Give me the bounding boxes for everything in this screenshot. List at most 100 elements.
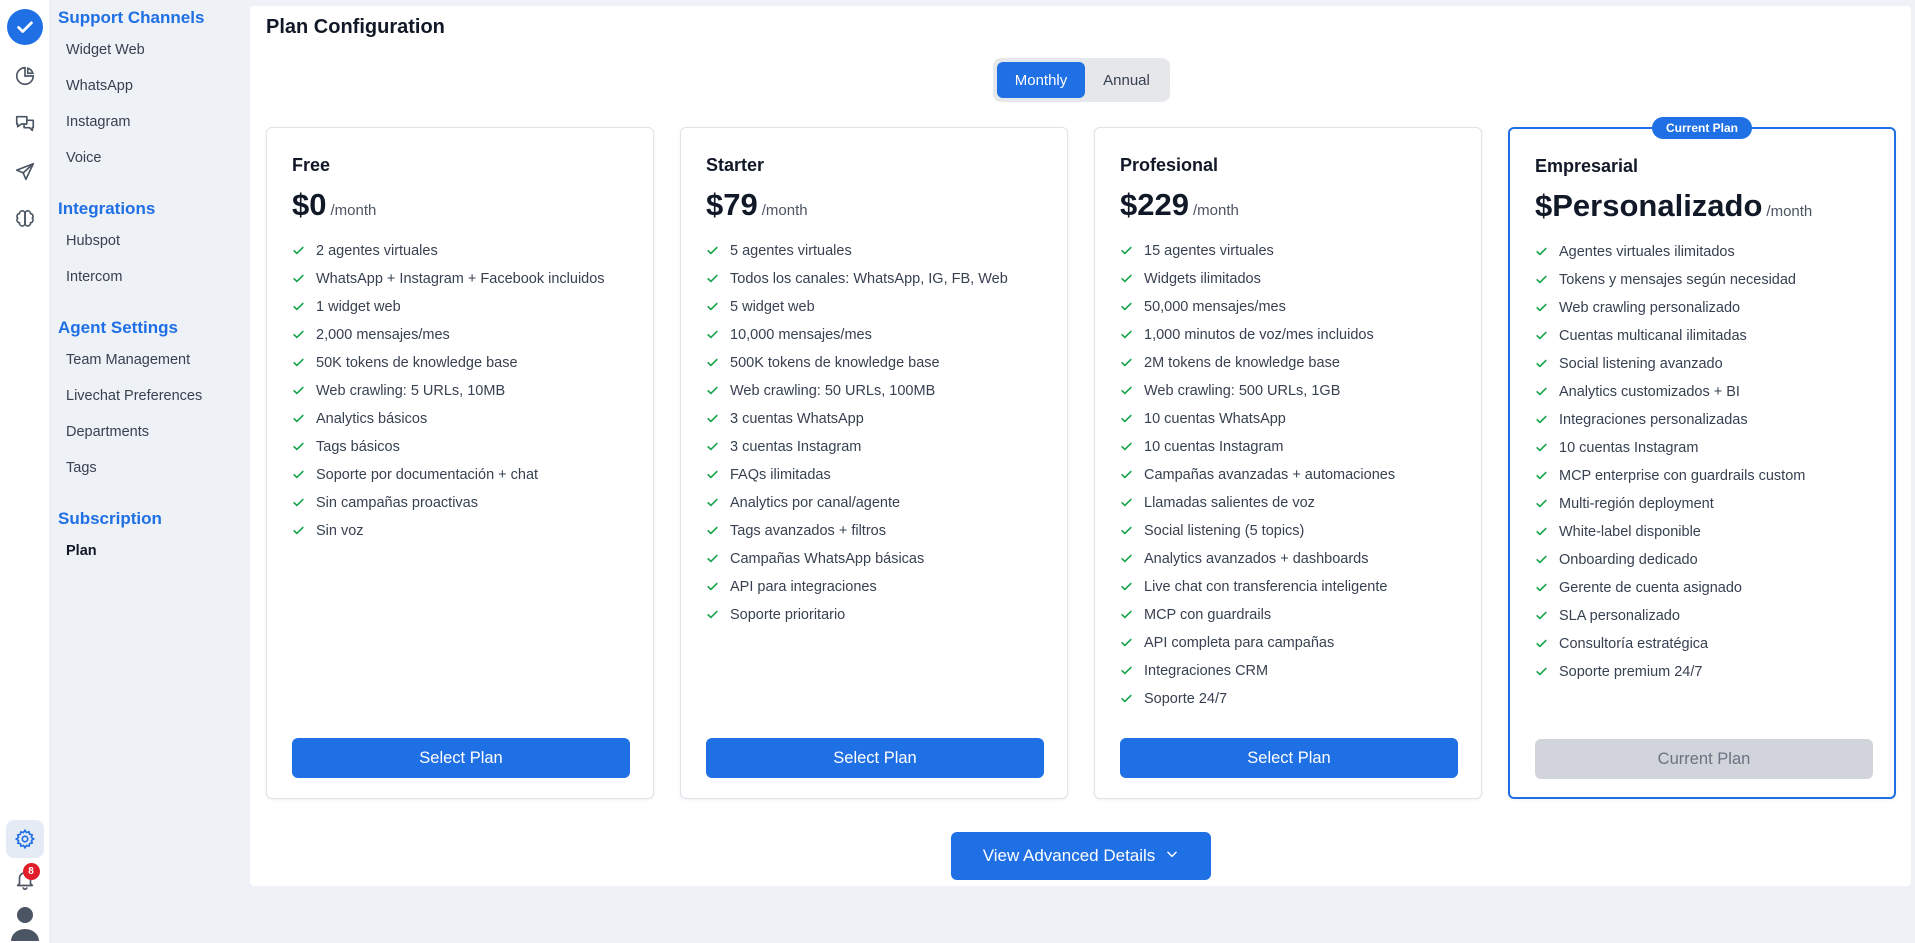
bell-icon[interactable]: 8: [8, 863, 42, 897]
check-icon: [1535, 579, 1559, 600]
plan-feature-item: Agentes virtuales ilimitados: [1535, 243, 1875, 271]
plan-feature-text: 10 cuentas WhatsApp: [1144, 411, 1286, 427]
main-panel: Plan Configuration Monthly Annual Free $…: [250, 6, 1911, 886]
plan-name: Profesional: [1120, 155, 1219, 175]
check-icon: [706, 410, 730, 431]
sidebar-item-intercom[interactable]: Intercom: [49, 266, 249, 302]
check-icon: [706, 354, 730, 375]
check-icon: [1535, 439, 1559, 460]
check-icon: [1120, 354, 1144, 375]
billing-toggle: Monthly Annual: [993, 58, 1170, 102]
plan-feature-text: Web crawling: 50 URLs, 100MB: [730, 383, 936, 399]
plan-feature-text: Analytics customizados + BI: [1559, 384, 1740, 400]
sidebar-item-hubspot[interactable]: Hubspot: [49, 230, 249, 266]
plan-feature-text: 3 cuentas WhatsApp: [730, 411, 864, 427]
user-avatar-icon[interactable]: [8, 901, 42, 941]
send-icon[interactable]: [8, 155, 42, 189]
settings-sidebar: Support Channels Widget Web WhatsApp Ins…: [49, 0, 249, 943]
sidebar-section-title: Integrations: [58, 199, 156, 218]
plan-name: Empresarial: [1535, 156, 1639, 176]
plan-price-period: /month: [1766, 203, 1813, 220]
plan-feature-item: 10 cuentas Instagram: [1120, 438, 1460, 466]
check-icon: [1535, 243, 1559, 264]
toggle-monthly-button[interactable]: Monthly: [997, 62, 1085, 98]
plan-feature-item: 2 agentes virtuales: [292, 242, 632, 270]
plan-name: Free: [292, 155, 331, 175]
plan-feature-text: Todos los canales: WhatsApp, IG, FB, Web: [730, 271, 1008, 287]
toggle-annual-button[interactable]: Annual: [1087, 62, 1166, 98]
plan-feature-text: 5 widget web: [730, 299, 815, 315]
check-icon: [1535, 495, 1559, 516]
plan-feature-item: Web crawling: 500 URLs, 1GB: [1120, 382, 1460, 410]
sidebar-item-whatsapp[interactable]: WhatsApp: [49, 75, 249, 111]
plan-price-period: /month: [761, 202, 808, 219]
plan-feature-item: Web crawling personalizado: [1535, 299, 1875, 327]
plan-feature-item: FAQs ilimitadas: [706, 466, 1046, 494]
plan-feature-text: Sin campañas proactivas: [316, 495, 478, 511]
check-icon: [292, 326, 316, 347]
plan-feature-text: Agentes virtuales ilimitados: [1559, 244, 1735, 260]
brain-icon[interactable]: [8, 203, 42, 237]
plan-feature-item: 50,000 mensajes/mes: [1120, 298, 1460, 326]
plan-feature-item: Consultoría estratégica: [1535, 635, 1875, 663]
pie-chart-icon[interactable]: [8, 59, 42, 93]
check-icon: [1535, 635, 1559, 656]
check-icon: [1120, 466, 1144, 487]
sidebar-item-plan[interactable]: Plan: [49, 540, 249, 576]
check-icon: [292, 438, 316, 459]
plan-feature-text: Analytics básicos: [316, 411, 428, 427]
sidebar-item-livechat-preferences[interactable]: Livechat Preferences: [49, 385, 249, 421]
plan-feature-text: 3 cuentas Instagram: [730, 439, 862, 455]
plan-feature-item: 500K tokens de knowledge base: [706, 354, 1046, 382]
plan-feature-list: 15 agentes virtuales Widgets ilimitados 50…: [1120, 242, 1460, 718]
chevron-down-icon: [1165, 846, 1179, 866]
check-icon: [1535, 355, 1559, 376]
sidebar-section-title: Subscription: [58, 509, 162, 528]
plan-feature-item: API para integraciones: [706, 578, 1046, 606]
plan-feature-list: Agentes virtuales ilimitados Tokens y men…: [1535, 243, 1875, 691]
check-circle-logo-icon[interactable]: [6, 9, 43, 45]
plan-feature-text: Soporte 24/7: [1144, 691, 1228, 707]
plan-feature-text: Multi-región deployment: [1559, 496, 1714, 512]
check-icon: [706, 494, 730, 515]
plan-feature-item: Soporte premium 24/7: [1535, 663, 1875, 691]
plan-card-empresarial: Current Plan Empresarial $Personalizado /…: [1508, 117, 1896, 799]
select-plan-button[interactable]: Select Plan: [706, 738, 1044, 778]
check-icon: [1120, 690, 1144, 711]
sidebar-item-departments[interactable]: Departments: [49, 421, 249, 457]
sidebar-section-subscription: Subscription Plan: [49, 509, 249, 576]
check-icon: [706, 466, 730, 487]
plan-feature-item: Integraciones personalizadas: [1535, 411, 1875, 439]
check-icon: [706, 578, 730, 599]
chat-bubbles-icon[interactable]: [8, 107, 42, 141]
plan-feature-item: WhatsApp + Instagram + Facebook incluido…: [292, 270, 632, 298]
view-advanced-details-button[interactable]: View Advanced Details: [951, 832, 1211, 880]
plan-feature-item: Todos los canales: WhatsApp, IG, FB, Web: [706, 270, 1046, 298]
advanced-button-label: View Advanced Details: [982, 846, 1156, 865]
plan-feature-item: White-label disponible: [1535, 523, 1875, 551]
sidebar-item-widget-web[interactable]: Widget Web: [49, 39, 249, 75]
plan-feature-text: 2 agentes virtuales: [316, 243, 438, 259]
sidebar-item-voice[interactable]: Voice: [49, 147, 249, 183]
sidebar-item-tags[interactable]: Tags: [49, 457, 249, 493]
plan-feature-text: Live chat con transferencia inteligente: [1144, 579, 1388, 595]
plan-feature-text: Sin voz: [316, 523, 364, 539]
check-icon: [1120, 382, 1144, 403]
plan-price: $0/month: [292, 187, 376, 223]
sidebar-item-instagram[interactable]: Instagram: [49, 111, 249, 147]
plan-price-amount: $229: [1120, 187, 1189, 222]
sidebar-section-title: Agent Settings: [58, 318, 178, 337]
plan-feature-item: Tokens y mensajes según necesidad: [1535, 271, 1875, 299]
notification-badge: 8: [22, 863, 40, 880]
plan-feature-item: Cuentas multicanal ilimitadas: [1535, 327, 1875, 355]
check-icon: [1120, 550, 1144, 571]
check-icon: [1120, 298, 1144, 319]
plan-feature-text: Integraciones personalizadas: [1559, 412, 1748, 428]
select-plan-button[interactable]: Select Plan: [292, 738, 630, 778]
sidebar-item-team-management[interactable]: Team Management: [49, 349, 249, 385]
check-icon: [1120, 522, 1144, 543]
check-icon: [1535, 299, 1559, 320]
gear-icon[interactable]: [5, 820, 44, 858]
plan-card-starter: Starter $79/month 5 agentes virtuales Tod…: [680, 127, 1068, 799]
select-plan-button[interactable]: Select Plan: [1120, 738, 1458, 778]
